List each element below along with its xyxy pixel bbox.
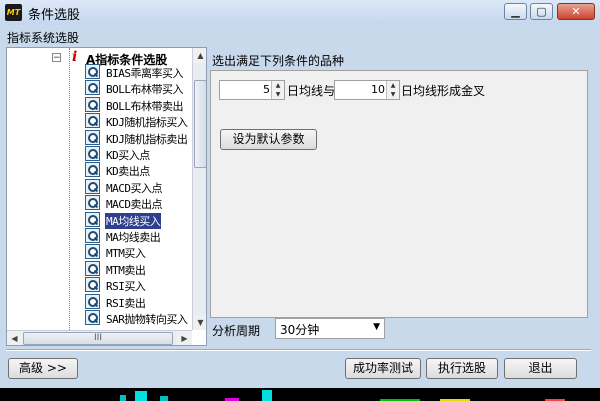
tree-item[interactable]: KDJ随机指标买入 — [85, 113, 205, 129]
spin-down-icon[interactable]: ▼ — [387, 90, 399, 99]
tree-item[interactable]: MACD买入点 — [85, 178, 205, 195]
set-default-button[interactable]: 设为默认参数 — [220, 129, 317, 150]
tree-item-label: MA均线卖出 — [106, 231, 161, 244]
spinner-buttons[interactable]: ▲ ▼ — [271, 81, 284, 99]
tree-item-label: BOLL布林带买入 — [106, 83, 184, 97]
chart-bar — [160, 396, 168, 401]
condition-heading: 选出满足下列条件的品种 — [212, 54, 345, 68]
chart-bar — [135, 391, 147, 401]
title-bar[interactable]: MT 条件选股 ▁ ▢ ✕ — [0, 0, 600, 25]
magnifier-icon — [85, 293, 100, 309]
magnifier-icon — [85, 96, 100, 112]
footer-separator — [6, 349, 591, 351]
condition-panel — [210, 70, 588, 318]
tree-item-label: KDJ随机指标买入 — [106, 116, 188, 130]
tree-item[interactable]: BIAS乖离率买入 — [85, 64, 205, 80]
tree-item[interactable]: KD卖出点 — [85, 162, 205, 178]
tree-item[interactable]: MA均线卖出 — [85, 228, 205, 244]
tree-item-label: MACD卖出点 — [106, 198, 163, 212]
magnifier-icon — [85, 64, 100, 79]
magnifier-icon — [85, 310, 100, 325]
magnifier-icon — [85, 277, 100, 293]
scroll-left-icon[interactable]: ◀ — [7, 331, 22, 345]
period-label: 分析周期 — [212, 324, 261, 338]
advanced-button[interactable]: 高级 >> — [8, 358, 78, 379]
spin-down-icon[interactable]: ▼ — [272, 90, 284, 99]
vertical-scrollbar[interactable]: ▲ ▼ — [192, 48, 206, 330]
magnifier-icon — [85, 80, 100, 96]
spin-up-icon[interactable]: ▲ — [272, 81, 284, 90]
magnifier-icon — [85, 113, 100, 129]
tree-item[interactable]: MTM买入 — [85, 244, 205, 260]
info-i-icon: i — [72, 49, 78, 65]
tree-item-label: RSI卖出 — [106, 296, 146, 310]
spinner-buttons[interactable]: ▲ ▼ — [386, 81, 399, 99]
dialog-window: MT 条件选股 ▁ ▢ ✕ 指标系统选股 − i A指标条件选股 BIAS乖离率… — [0, 0, 600, 388]
tree-item[interactable]: MA均线买入 — [85, 211, 205, 229]
magnifier-icon — [85, 228, 100, 243]
magnifier-icon — [85, 211, 100, 227]
indicator-system-heading: 指标系统选股 — [7, 31, 80, 45]
chevron-down-icon: ▼ — [373, 322, 380, 332]
tree-item[interactable]: SAR抛物转向买入 — [85, 310, 205, 326]
tree-item-label: BIAS乖离率买入 — [106, 67, 184, 80]
horizontal-scrollbar[interactable]: ◀ III ▶ — [7, 330, 192, 345]
tree-item[interactable]: RSI买入 — [85, 277, 205, 293]
magnifier-icon — [85, 178, 100, 194]
tree-item[interactable]: KD买入点 — [85, 146, 205, 162]
spin-up-icon[interactable]: ▲ — [387, 81, 399, 90]
condition-text-1: 日均线与 — [287, 84, 336, 98]
tree-item[interactable]: KDJ随机指标卖出 — [85, 129, 205, 146]
tree-item[interactable]: BOLL布林带卖出 — [85, 96, 205, 113]
vertical-scroll-thumb[interactable] — [194, 80, 206, 168]
close-button[interactable]: ✕ — [557, 3, 595, 20]
success-rate-test-button[interactable]: 成功率测试 — [345, 358, 421, 379]
tree-item-label: BOLL布林带卖出 — [106, 99, 184, 113]
app-icon: MT — [5, 4, 22, 21]
tree-item-label: MACD买入点 — [106, 181, 163, 195]
tree-item-label: MTM卖出 — [106, 263, 146, 277]
condition-text-2: 日均线形成金叉 — [401, 84, 486, 98]
tree-item-label: MA均线买入 — [105, 212, 162, 229]
long-ma-value: 10 — [371, 83, 385, 96]
window-title: 条件选股 — [28, 8, 81, 23]
magnifier-icon — [85, 244, 100, 260]
execute-selection-button[interactable]: 执行选股 — [426, 358, 498, 379]
short-ma-spinner[interactable]: 5 ▲ ▼ — [219, 80, 285, 100]
long-ma-spinner[interactable]: 10 ▲ ▼ — [334, 80, 400, 100]
magnifier-icon — [85, 162, 100, 178]
tree-item-label: KD卖出点 — [106, 165, 150, 179]
tree-item-label: SAR抛物转向买入 — [106, 313, 188, 326]
collapse-icon[interactable]: − — [52, 53, 61, 63]
tree-item[interactable]: MACD卖出点 — [85, 195, 205, 211]
tree-item-label: KDJ随机指标卖出 — [106, 132, 188, 146]
tree-item[interactable]: MTM卖出 — [85, 260, 205, 277]
tree-item[interactable]: BOLL布林带买入 — [85, 80, 205, 96]
indicator-tree[interactable]: − i A指标条件选股 BIAS乖离率买入 BOLL布林带买入 BOLL布林带卖出 K… — [6, 47, 207, 346]
tree-item-label: KD买入点 — [106, 149, 150, 162]
scroll-down-icon[interactable]: ▼ — [193, 315, 206, 330]
magnifier-icon — [85, 195, 100, 211]
period-value: 30分钟 — [280, 323, 320, 337]
magnifier-icon — [85, 146, 100, 161]
scroll-right-icon[interactable]: ▶ — [177, 331, 192, 345]
maximize-button[interactable]: ▢ — [530, 3, 553, 20]
tree-guide-line — [69, 48, 70, 330]
horizontal-scroll-thumb[interactable]: III — [23, 332, 173, 345]
tree-item[interactable]: RSI卖出 — [85, 293, 205, 310]
short-ma-value: 5 — [263, 83, 270, 96]
minimize-button[interactable]: ▁ — [504, 3, 527, 20]
tree-item-label: MTM买入 — [106, 247, 146, 261]
tree-item-label: RSI买入 — [106, 280, 146, 294]
exit-button[interactable]: 退出 — [504, 358, 577, 379]
chart-bar — [120, 395, 126, 401]
magnifier-icon — [85, 260, 100, 276]
scroll-up-icon[interactable]: ▲ — [193, 48, 206, 63]
period-select[interactable]: 30分钟 ▼ — [275, 318, 385, 339]
chart-bar — [262, 390, 272, 401]
background-chart-strip — [0, 388, 600, 401]
magnifier-icon — [85, 129, 100, 145]
